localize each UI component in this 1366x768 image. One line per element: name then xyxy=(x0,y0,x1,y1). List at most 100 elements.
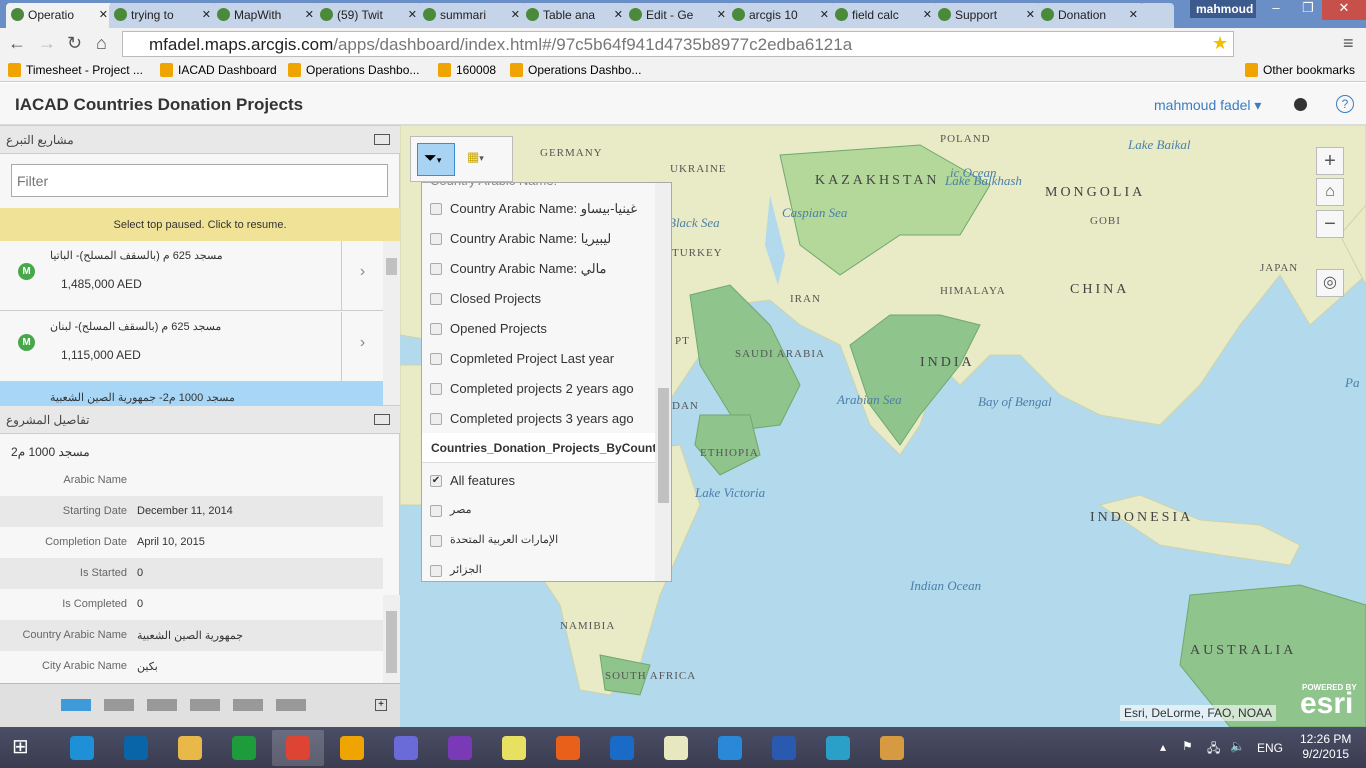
restore-button[interactable]: ❐ xyxy=(1294,0,1322,20)
checkbox[interactable] xyxy=(430,383,442,395)
language-indicator[interactable]: ENG xyxy=(1257,741,1283,755)
maximize-icon[interactable] xyxy=(374,414,390,425)
taskbar-paint-button[interactable] xyxy=(866,730,918,766)
tab-close-icon[interactable]: ✕ xyxy=(202,8,211,21)
action-center-flag-icon[interactable]: ⚑ xyxy=(1182,739,1193,753)
filter-input[interactable] xyxy=(11,164,388,197)
taskbar-store-button[interactable] xyxy=(218,730,270,766)
checkbox[interactable] xyxy=(430,263,442,275)
list-item[interactable]: M مسجد 625 م (بالسقف المسلح)- لبنان 1,11… xyxy=(0,312,383,382)
tab-close-icon[interactable]: ✕ xyxy=(717,8,726,21)
bookmark[interactable]: Timesheet - Project ... xyxy=(6,63,143,77)
bookmark[interactable]: Operations Dashbo... xyxy=(508,63,641,77)
tab-close-icon[interactable]: ✕ xyxy=(820,8,829,21)
other-bookmarks[interactable]: Other bookmarks xyxy=(1243,63,1355,77)
map[interactable]: POLAND GERMANY UKRAINE KAZAKHSTAN MONGOLIA TU… xyxy=(400,125,1366,727)
list-item[interactable]: M مسجد 625 م (بالسقف المسلح)- الباتيا 1,… xyxy=(0,241,383,311)
browser-tab[interactable]: arcgis 10 ✕ xyxy=(727,3,835,28)
tab-close-icon[interactable]: ✕ xyxy=(1129,8,1138,21)
user-menu[interactable]: mahmoud fadel ▾ xyxy=(1154,97,1261,114)
layers-dropdown-button[interactable]: ▦▾ xyxy=(467,149,484,165)
taskbar-search-button[interactable] xyxy=(812,730,864,766)
help-icon[interactable]: ? xyxy=(1336,95,1354,113)
browser-tab[interactable]: trying to ✕ xyxy=(109,3,217,28)
checkbox[interactable] xyxy=(430,323,442,335)
profile-badge[interactable]: mahmoud xyxy=(1190,0,1256,18)
reload-icon[interactable]: ↻ xyxy=(67,33,82,54)
bookmark[interactable]: 160008 xyxy=(436,63,496,77)
zoom-in-button[interactable]: + xyxy=(1316,147,1344,175)
checkbox[interactable] xyxy=(430,535,442,547)
taskbar-lync-button[interactable] xyxy=(596,730,648,766)
tab-close-icon[interactable]: ✕ xyxy=(408,8,417,21)
taskbar-notepad-button[interactable] xyxy=(650,730,702,766)
tab-close-icon[interactable]: ✕ xyxy=(614,8,623,21)
add-icon[interactable]: + xyxy=(375,699,387,711)
tab-close-icon[interactable]: ✕ xyxy=(1026,8,1035,21)
taskbar-explorer-button[interactable] xyxy=(164,730,216,766)
bookmark[interactable]: Operations Dashbo... xyxy=(286,63,419,77)
windows-start-icon[interactable]: ⊞ xyxy=(12,737,36,759)
bookmark-star-icon[interactable]: ★ xyxy=(1212,33,1228,54)
page-indicator[interactable] xyxy=(147,699,177,711)
browser-tab[interactable]: Donation ✕ xyxy=(1036,3,1144,28)
page-indicator[interactable] xyxy=(233,699,263,711)
taskbar-outlook-button[interactable] xyxy=(110,730,162,766)
clock[interactable]: 12:26 PM 9/2/2015 xyxy=(1300,732,1351,762)
minimize-button[interactable]: – xyxy=(1258,0,1294,20)
browser-tab[interactable]: Edit - Ge ✕ xyxy=(624,3,732,28)
taskbar-vs-infinity-button[interactable] xyxy=(380,730,432,766)
browser-tab[interactable]: (59) Twit ✕ xyxy=(315,3,423,28)
tray-up-icon[interactable]: ▴ xyxy=(1160,740,1166,754)
checkbox[interactable] xyxy=(430,353,442,365)
locate-button[interactable]: ◎ xyxy=(1316,269,1344,297)
tab-close-icon[interactable]: ✕ xyxy=(305,8,314,21)
browser-tab[interactable]: Table ana ✕ xyxy=(521,3,629,28)
page-indicator[interactable] xyxy=(104,699,134,711)
tab-close-icon[interactable]: ✕ xyxy=(511,8,520,21)
bookmark[interactable]: IACAD Dashboard xyxy=(158,63,277,77)
browser-tab[interactable]: Operatio ✕ xyxy=(6,3,114,28)
taskbar-firefox-button[interactable] xyxy=(542,730,594,766)
checkbox[interactable] xyxy=(430,203,442,215)
chevron-right-icon[interactable]: › xyxy=(341,241,383,310)
browser-tab[interactable]: MapWith ✕ xyxy=(212,3,320,28)
taskbar-arcgis-globe-button[interactable] xyxy=(704,730,756,766)
page-indicator[interactable] xyxy=(61,699,91,711)
maximize-icon[interactable] xyxy=(374,134,390,145)
tab-close-icon[interactable]: ✕ xyxy=(923,8,932,21)
back-icon[interactable]: ← xyxy=(8,33,26,54)
filter-dropdown-button[interactable]: ⏷▾ xyxy=(417,143,455,176)
browser-tab[interactable]: field calc ✕ xyxy=(830,3,938,28)
home-icon[interactable]: ⌂ xyxy=(96,33,107,54)
taskbar-ie-button[interactable] xyxy=(56,730,108,766)
address-bar[interactable]: mfadel.maps.arcgis.com/apps/dashboard/in… xyxy=(122,31,1234,57)
checkbox[interactable] xyxy=(430,565,442,577)
taskbar-chrome-button[interactable] xyxy=(272,730,324,766)
details-scrollbar[interactable] xyxy=(383,595,400,683)
list-item-selected[interactable]: مسجد 1000 م2- جمهورية الصين الشعبية xyxy=(0,382,383,405)
paused-banner[interactable]: Select top paused. Click to resume. xyxy=(0,208,400,241)
new-tab-button[interactable] xyxy=(1140,3,1174,28)
list-scrollbar[interactable] xyxy=(383,241,400,405)
taskbar-word-button[interactable] xyxy=(758,730,810,766)
taskbar-visual-studio-button[interactable] xyxy=(434,730,486,766)
checkbox[interactable] xyxy=(430,505,442,517)
forward-icon[interactable]: → xyxy=(38,33,56,54)
dropdown-scrollbar[interactable] xyxy=(655,183,671,581)
checkbox[interactable] xyxy=(430,233,442,245)
menu-icon[interactable]: ≡ xyxy=(1343,33,1354,54)
volume-icon[interactable]: 🔈 xyxy=(1230,739,1245,753)
home-extent-button[interactable]: ⌂ xyxy=(1316,178,1344,206)
status-dot-icon[interactable] xyxy=(1294,98,1307,111)
zoom-out-button[interactable]: − xyxy=(1316,210,1344,238)
taskbar-ops-dashboard-button[interactable] xyxy=(326,730,378,766)
tab-close-icon[interactable]: ✕ xyxy=(99,8,108,21)
taskbar-arcmap-button[interactable] xyxy=(488,730,540,766)
browser-tab[interactable]: summari ✕ xyxy=(418,3,526,28)
network-icon[interactable]: 🖧 xyxy=(1207,739,1220,760)
checkbox[interactable] xyxy=(430,293,442,305)
browser-tab[interactable]: Support ✕ xyxy=(933,3,1041,28)
checkbox[interactable] xyxy=(430,413,442,425)
page-indicator[interactable] xyxy=(190,699,220,711)
